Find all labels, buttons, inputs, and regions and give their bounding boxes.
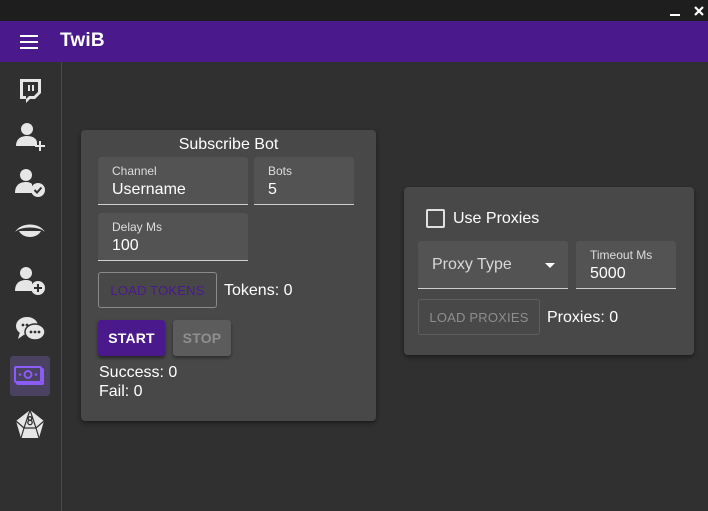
eye-icon [15,224,45,237]
card-title: Subscribe Bot [178,136,279,153]
sidebar-item-dice[interactable] [10,405,50,445]
delay-field[interactable]: Delay Ms 100 [98,213,248,261]
load-tokens-button[interactable]: LOAD TOKENS [98,272,217,308]
sidebar-item-verify[interactable] [10,162,50,202]
sidebar-item-twitch[interactable] [10,70,50,110]
sidebar-item-subscribe[interactable] [10,356,50,396]
proxy-type-value: Proxy Type [432,256,512,273]
window-titlebar [0,0,708,21]
channel-label: Channel [112,164,157,178]
delay-label: Delay Ms [112,220,163,234]
load-proxies-button[interactable]: LOAD PROXIES [418,299,540,335]
twitch-icon [20,79,41,103]
sidebar-item-chat[interactable] [10,309,50,349]
sidebar-item-add-user[interactable] [10,260,50,300]
bots-value: 5 [268,181,277,198]
sidebar-item-follow-bot[interactable] [10,116,50,156]
money-icon [14,366,44,385]
channel-field[interactable]: Channel Username [98,157,248,205]
timeout-label: Timeout Ms [590,248,653,262]
minimize-button[interactable] [665,0,685,21]
timeout-value: 5000 [590,265,626,282]
hamburger-menu-icon[interactable] [18,33,40,51]
chat-icon [16,317,46,341]
sidebar-item-viewers[interactable] [10,212,50,252]
user-add-circle-icon [15,267,45,295]
subscribe-bot-card: Subscribe Bot Channel Username Bots 5 De… [81,130,376,421]
app-bar: TwiB [0,21,708,62]
use-proxies-label: Use Proxies [453,210,540,227]
proxy-type-select[interactable]: Proxy Type [418,241,568,289]
stop-button[interactable]: STOP [173,320,231,356]
timeout-field[interactable]: Timeout Ms 5000 [576,241,676,289]
channel-value: Username [112,181,186,198]
minimize-icon [670,13,680,16]
bots-label: Bots [268,164,293,178]
close-button[interactable] [689,0,708,21]
user-plus-icon [16,123,45,151]
delay-value: 100 [112,237,139,254]
sidebar [0,62,62,511]
start-button[interactable]: START [98,320,165,356]
bots-field[interactable]: Bots 5 [254,157,354,205]
chevron-down-icon [545,263,555,268]
dice-icon [15,408,45,439]
app-title: TwiB [60,30,105,51]
tokens-count: Tokens: 0 [224,282,293,299]
success-count: Success: 0 [99,364,178,381]
close-icon [694,5,704,16]
proxy-card: Use Proxies Proxy Type Timeout Ms 5000 L… [404,187,694,355]
user-check-icon [15,169,45,197]
fail-count: Fail: 0 [99,383,143,400]
proxies-count: Proxies: 0 [547,309,619,326]
use-proxies-checkbox[interactable] [426,209,445,228]
